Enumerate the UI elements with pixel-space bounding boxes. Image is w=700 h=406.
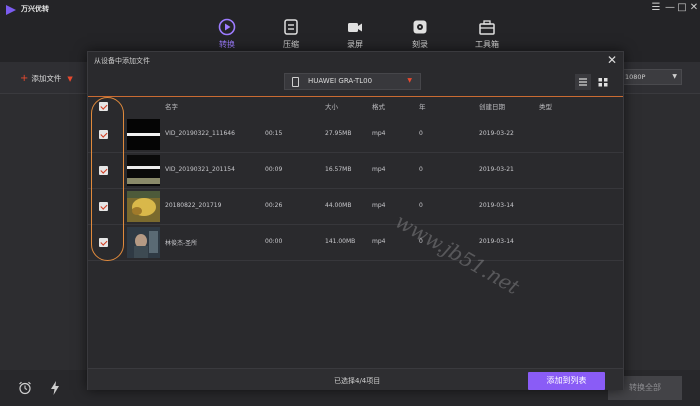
list-view-icon[interactable] <box>575 74 591 90</box>
menu-icon[interactable]: ☰ <box>650 2 662 13</box>
file-format: mp4 <box>372 238 386 245</box>
table-header: 名字 大小 格式 年 创建日期 类型 <box>88 99 623 113</box>
col-type: 类型 <box>539 103 552 111</box>
compress-icon <box>284 19 298 35</box>
checkbox-highlight-annotation <box>91 97 124 261</box>
col-year: 年 <box>419 103 426 111</box>
file-name: VID_20190321_201154 <box>165 166 235 173</box>
file-duration: 00:15 <box>265 130 283 137</box>
close-window-icon[interactable]: ✕ <box>688 2 700 13</box>
file-created: 2019-03-14 <box>479 238 514 245</box>
nav-toolbox[interactable]: 工具箱 <box>462 18 512 50</box>
minimize-icon[interactable]: — <box>664 2 676 13</box>
col-created: 创建日期 <box>479 103 505 111</box>
plus-icon: + <box>20 73 29 84</box>
video-thumbnail <box>127 227 160 258</box>
toolbox-icon <box>479 20 495 35</box>
table-row[interactable]: 林俊杰-圣所 00:00 141.00MB mp4 0 2019-03-14 <box>88 225 623 261</box>
file-format: mp4 <box>372 130 386 137</box>
file-size: 16.57MB <box>325 166 352 173</box>
grid-view-icon[interactable] <box>595 74 611 90</box>
video-thumbnail <box>127 191 160 222</box>
file-year: 0 <box>419 130 423 137</box>
phone-icon <box>292 77 299 87</box>
add-file-label: 添加文件 <box>31 74 62 83</box>
nav-record[interactable]: 录屏 <box>330 18 380 50</box>
app-window: 万兴优转 ☰ — □ ✕ 转换 压缩 录屏 刻录 工具箱 + 添加文件 ▼ 10… <box>0 0 700 406</box>
file-year: 0 <box>419 202 423 209</box>
col-size: 大小 <box>325 103 338 111</box>
chevron-down-icon[interactable]: ▼ <box>67 75 72 83</box>
file-duration: 00:00 <box>265 238 283 245</box>
device-select[interactable]: HUAWEI GRA-TL00 ▼ <box>284 73 421 90</box>
file-name: 20180822_201719 <box>165 202 222 209</box>
nav-compress-label: 压缩 <box>283 40 299 49</box>
file-duration: 00:26 <box>265 202 283 209</box>
play-circle-icon <box>218 18 236 36</box>
nav-convert[interactable]: 转换 <box>202 18 252 50</box>
nav-compress[interactable]: 压缩 <box>266 18 316 50</box>
app-logo-icon <box>6 5 16 15</box>
add-file-button[interactable]: + 添加文件 ▼ <box>20 73 73 84</box>
lightning-icon[interactable] <box>51 381 59 395</box>
file-format: mp4 <box>372 166 386 173</box>
video-thumbnail <box>127 119 160 150</box>
col-name: 名字 <box>165 103 178 111</box>
nav-burn[interactable]: 刻录 <box>395 18 445 50</box>
file-duration: 00:09 <box>265 166 283 173</box>
video-thumbnail <box>127 155 160 186</box>
nav-burn-label: 刻录 <box>412 40 428 49</box>
table-row[interactable]: 20180822_201719 00:26 44.00MB mp4 0 2019… <box>88 189 623 225</box>
file-size: 44.00MB <box>325 202 352 209</box>
maximize-icon[interactable]: □ <box>676 2 688 13</box>
file-name: VID_20190322_111646 <box>165 130 235 137</box>
chevron-down-icon: ▼ <box>407 77 412 84</box>
camera-icon <box>348 23 362 32</box>
col-format: 格式 <box>372 103 385 111</box>
table-row[interactable]: VID_20190322_111646 00:15 27.95MB mp4 0 … <box>88 117 623 153</box>
dialog-footer: 已选择4/4项目 添加到列表 <box>88 368 623 390</box>
close-icon[interactable]: ✕ <box>607 53 617 67</box>
nav-toolbox-label: 工具箱 <box>475 40 499 49</box>
selected-count: 已选择4/4项目 <box>334 377 381 385</box>
chevron-down-icon: ▼ <box>672 73 677 80</box>
add-from-device-dialog: 从设备中添加文件 ✕ HUAWEI GRA-TL00 ▼ 名字 大小 格式 年 … <box>87 51 624 390</box>
device-name: HUAWEI GRA-TL00 <box>308 77 373 85</box>
file-name: 林俊杰-圣所 <box>165 240 198 247</box>
header-divider <box>88 96 623 97</box>
table-row[interactable]: VID_20190321_201154 00:09 16.57MB mp4 0 … <box>88 153 623 189</box>
file-size: 27.95MB <box>325 130 352 137</box>
resolution-value: 1080P <box>625 73 646 81</box>
file-created: 2019-03-14 <box>479 202 514 209</box>
nav-record-label: 录屏 <box>347 40 363 49</box>
file-format: mp4 <box>372 202 386 209</box>
file-size: 141.00MB <box>325 238 356 245</box>
alarm-clock-icon[interactable] <box>18 381 32 395</box>
file-created: 2019-03-22 <box>479 130 514 137</box>
dialog-title: 从设备中添加文件 <box>94 57 150 65</box>
file-year: 0 <box>419 166 423 173</box>
add-to-list-button[interactable]: 添加到列表 <box>528 372 605 390</box>
resolution-select[interactable]: 1080P ▼ <box>620 69 682 85</box>
disc-icon <box>413 20 427 34</box>
nav-convert-label: 转换 <box>219 40 235 49</box>
app-title: 万兴优转 <box>21 5 49 13</box>
file-created: 2019-03-21 <box>479 166 514 173</box>
